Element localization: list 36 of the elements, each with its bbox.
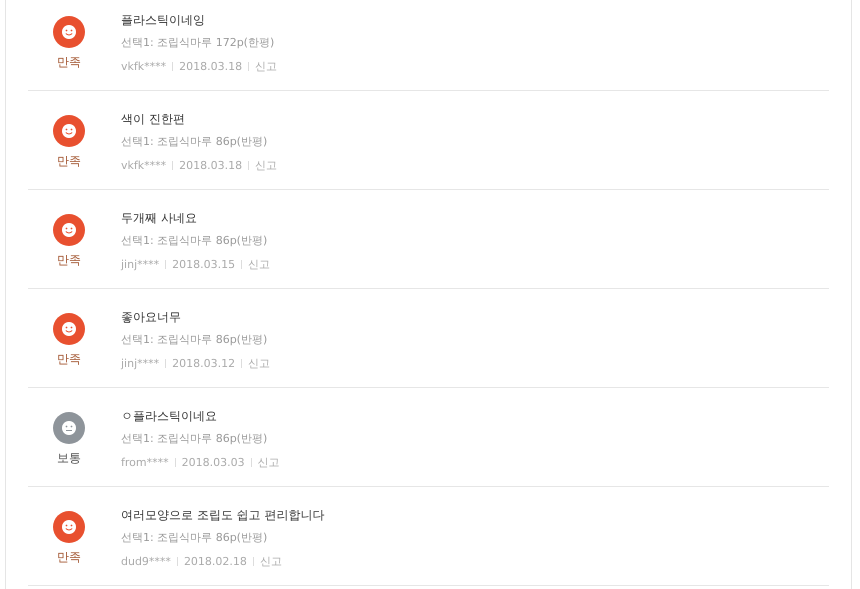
report-link[interactable]: 신고 [255,158,278,173]
rating-label: 만족 [57,351,81,368]
review-title: 좋아요너무 [121,309,182,326]
user-id: vkfk**** [121,60,166,73]
review-title: 두개째 사네요 [121,210,198,227]
rating-label: 만족 [57,549,81,566]
user-id: jinj**** [121,357,160,370]
review-date: 2018.03.12 [172,357,236,370]
option-text: 선택1: 조립식마루 86p(반평) [121,233,268,248]
option-text: 선택1: 조립식마루 86p(반평) [121,431,268,446]
review-title: 색이 진한편 [121,111,186,128]
report-link[interactable]: 신고 [248,257,270,272]
rating-label: 보통 [57,450,81,467]
user-id: from**** [121,456,169,469]
option-text: 선택1: 조립식마루 172p(한평) [121,35,276,50]
option-text: 선택1: 조립식마루 86p(반평) [121,530,268,545]
user-id: dud9**** [121,555,171,568]
review-date: 2018.03.18 [179,60,242,73]
report-link[interactable]: 신고 [255,59,278,74]
option-text: 선택1: 조립식마루 86p(반평) [121,134,268,149]
review-date: 2018.03.03 [182,456,245,469]
review-date: 2018.03.15 [172,258,236,271]
user-id: vkfk**** [121,159,166,172]
option-text: 선택1: 조립식마루 86p(반평) [121,332,268,347]
review-title: ㅇ플라스틱이네요 [121,408,218,425]
review-title: 플라스틱이네잉 [121,12,206,29]
report-link[interactable]: 신고 [248,356,270,371]
report-link[interactable]: 신고 [260,554,282,569]
report-link[interactable]: 신고 [258,455,280,470]
review-date: 2018.02.18 [184,555,247,568]
rating-label: 만족 [57,54,81,71]
rating-label: 만족 [57,252,81,269]
review-title: 여러모양으로 조립도 쉽고 편리합니다 [121,507,324,524]
rating-label: 만족 [57,153,81,170]
review-date: 2018.03.18 [179,159,242,172]
user-id: jinj**** [121,258,160,271]
